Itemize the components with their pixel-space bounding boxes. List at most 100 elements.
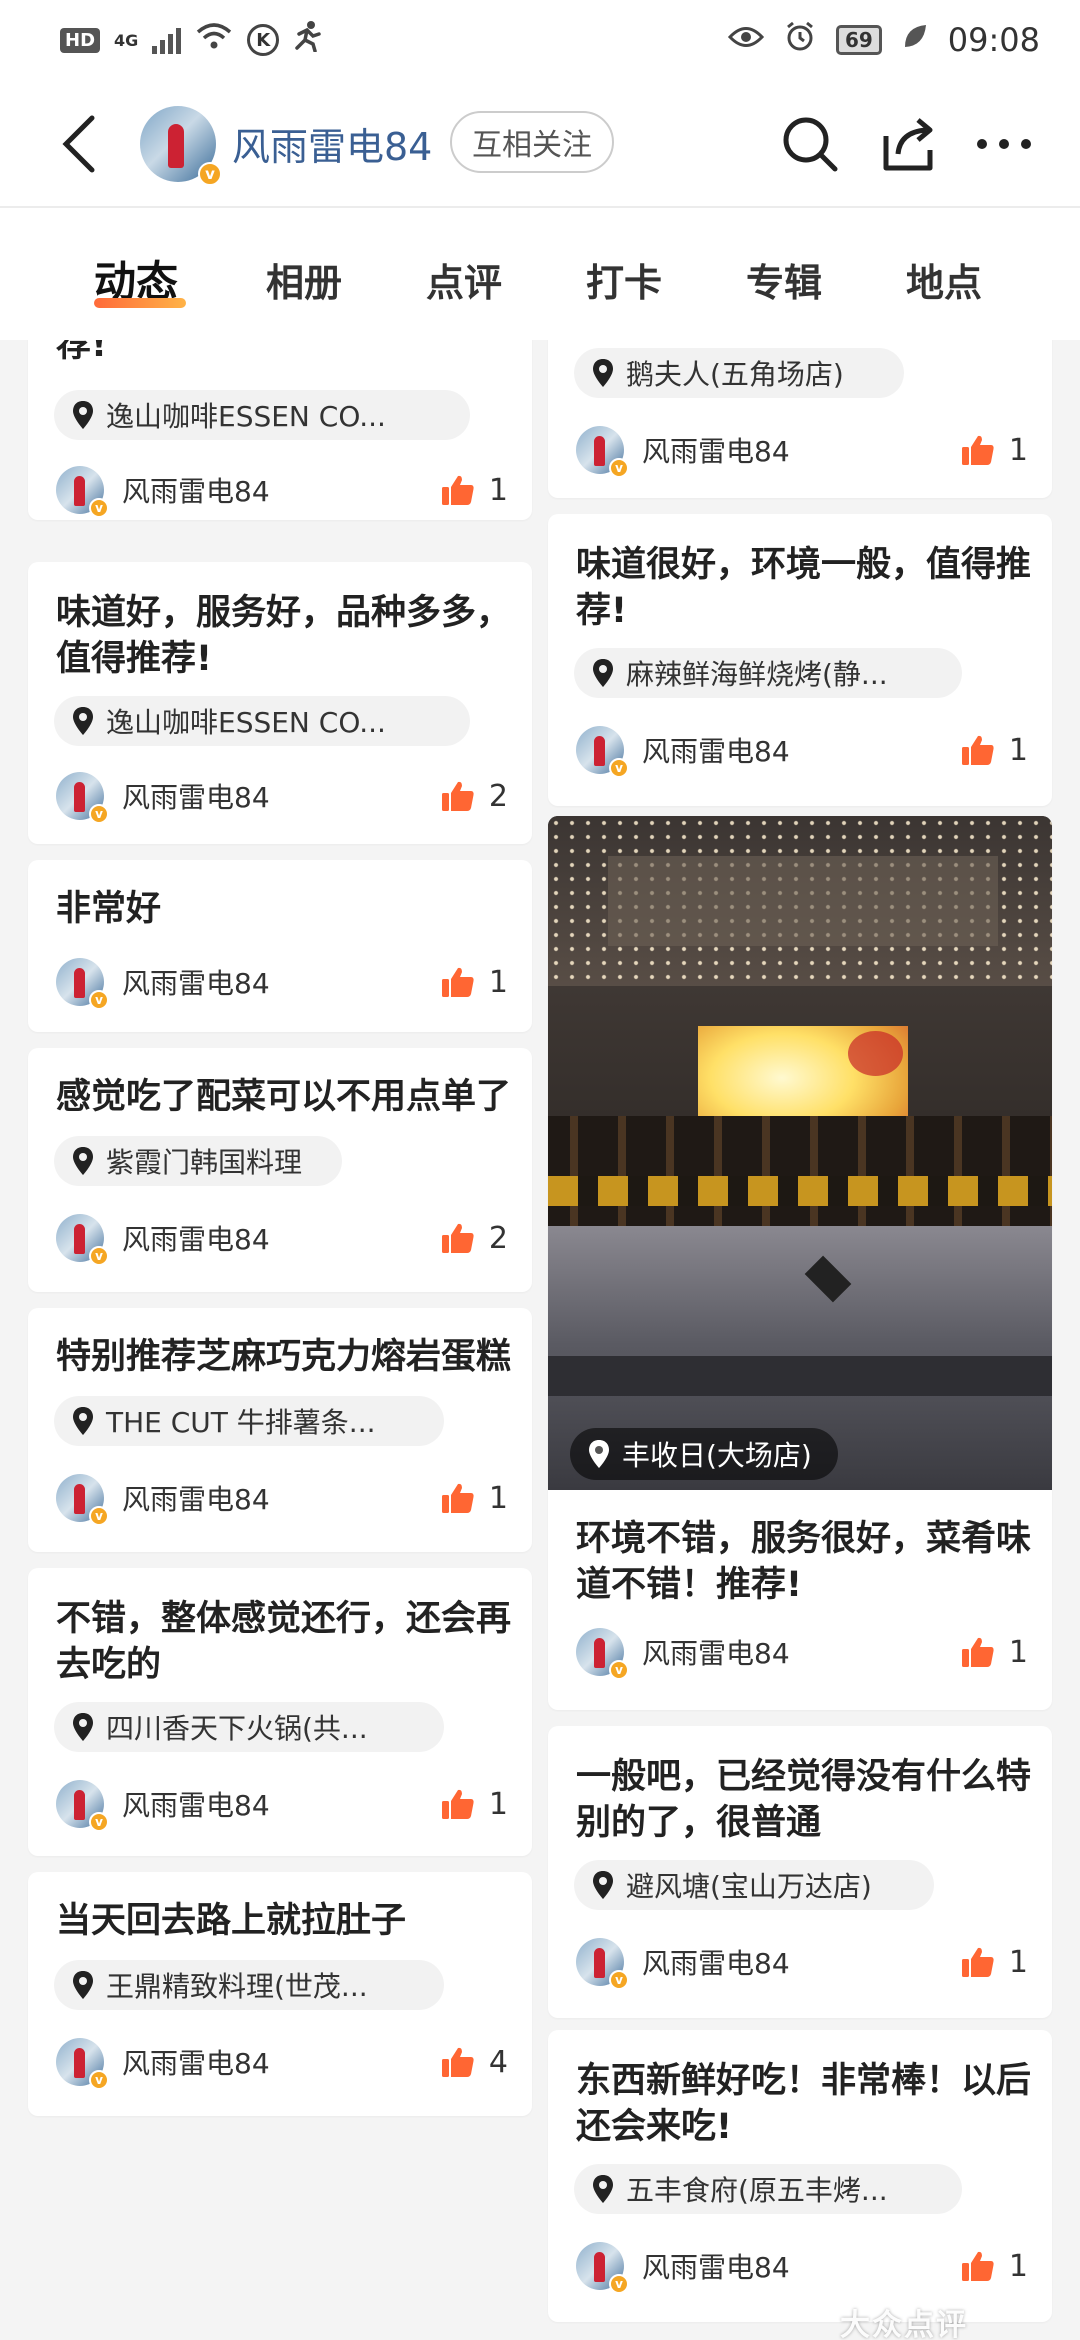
location-pin-icon <box>593 659 613 687</box>
review-card[interactable]: 东西新鲜好吃！非常棒！以后 还会来吃! 五丰食府(原五丰烤... v 风雨雷电84… <box>548 2030 1052 2322</box>
location-tag[interactable]: 麻辣鲜海鲜烧烤(静... <box>574 648 962 698</box>
review-text: 环境不错，服务很好，菜肴味 道不错！推荐! <box>576 1519 1032 1605</box>
author-name[interactable]: 风雨雷电84 <box>122 962 270 1002</box>
review-card[interactable]: 一般吧，已经觉得没有什么特 别的了，很普通 避风塘(宝山万达店) v 风雨雷电84… <box>548 1726 1052 2018</box>
author-row: v 风雨雷电84 1 <box>576 424 1028 478</box>
avatar[interactable]: v <box>576 2242 629 2294</box>
location-tag[interactable]: 鹅夫人(五角场店) <box>574 348 904 398</box>
username[interactable]: 风雨雷电84 <box>232 116 432 171</box>
verified-badge-icon: v <box>89 498 109 518</box>
review-text: 感觉吃了配菜可以不用点单了 <box>56 1077 512 1117</box>
review-card[interactable]: 当天回去路上就拉肚子 王鼎精致料理(世茂... v 风雨雷电84 4 <box>28 1872 532 2116</box>
review-card[interactable]: 不错，整体感觉还行，还会再 去吃的 四川香天下火锅(共... v 风雨雷电84 1 <box>28 1568 532 1856</box>
author-name[interactable]: 风雨雷电84 <box>122 1478 270 1518</box>
avatar[interactable]: v <box>576 1938 629 1990</box>
like-count: 2 <box>488 1220 508 1256</box>
more-button[interactable] <box>970 110 1038 178</box>
leaf-icon <box>902 22 928 58</box>
review-card[interactable]: 丰收日(大场店) 环境不错，服务很好，菜肴味 道不错！推荐! v 风雨雷电84 1 <box>548 816 1052 1710</box>
like-button[interactable]: 4 <box>441 2045 508 2080</box>
author-name[interactable]: 风雨雷电84 <box>122 2042 270 2082</box>
location-tag[interactable]: 紫霞门韩国料理 <box>54 1136 342 1186</box>
verified-badge-icon: v <box>89 1812 109 1832</box>
author-name[interactable]: 风雨雷电84 <box>642 1942 790 1982</box>
avatar[interactable]: v <box>576 1628 629 1680</box>
location-tag[interactable]: 五丰食府(原五丰烤... <box>574 2164 962 2214</box>
avatar[interactable]: v <box>140 106 222 186</box>
author-name[interactable]: 风雨雷电84 <box>122 470 270 510</box>
verified-badge-icon: v <box>609 1970 629 1990</box>
location-tag[interactable]: 避风塘(宝山万达店) <box>574 1860 934 1910</box>
like-button[interactable]: 1 <box>441 473 508 508</box>
avatar[interactable]: v <box>56 2038 109 2090</box>
author-name[interactable]: 风雨雷电84 <box>642 1632 790 1672</box>
review-card[interactable]: 味道很好，环境一般，值得推 荐! 麻辣鲜海鲜烧烤(静... v 风雨雷电84 1 <box>548 514 1052 806</box>
location-tag[interactable]: 王鼎精致料理(世茂... <box>54 1960 444 2010</box>
location-pin-icon <box>73 1971 93 1999</box>
avatar[interactable]: v <box>56 772 109 824</box>
hd-indicator: HD <box>60 27 101 53</box>
author-name[interactable]: 风雨雷电84 <box>122 776 270 816</box>
thumbs-up-icon <box>961 2251 994 2281</box>
review-card[interactable]: 感觉吃了配菜可以不用点单了 紫霞门韩国料理 v 风雨雷电84 2 <box>28 1048 532 1292</box>
tab-places[interactable]: 地点 <box>906 252 982 307</box>
author-row: v 风雨雷电84 1 <box>576 724 1028 778</box>
like-button[interactable]: 1 <box>961 733 1028 768</box>
like-button[interactable]: 1 <box>961 1635 1028 1670</box>
author-name[interactable]: 风雨雷电84 <box>122 1784 270 1824</box>
like-button[interactable]: 1 <box>441 1481 508 1516</box>
like-button[interactable]: 1 <box>961 2249 1028 2284</box>
author-name[interactable]: 风雨雷电84 <box>642 2246 790 2286</box>
review-card[interactable]: 味道好，服务好，品种多多， 值得推荐! 逸山咖啡ESSEN CO... v 风雨雷… <box>28 562 532 844</box>
avatar[interactable]: v <box>56 1780 109 1832</box>
tab-collections[interactable]: 专辑 <box>746 252 822 307</box>
like-button[interactable]: 1 <box>961 433 1028 468</box>
signal-icon <box>152 26 182 54</box>
review-text: 荐! <box>56 340 107 365</box>
back-button[interactable] <box>48 112 108 176</box>
location-tag[interactable]: 四川香天下火锅(共... <box>54 1702 444 1752</box>
location-tag[interactable]: 逸山咖啡ESSEN CO... <box>54 696 470 746</box>
avatar[interactable]: v <box>56 466 109 518</box>
thumbs-up-icon <box>961 1947 994 1977</box>
review-card[interactable]: 荐! 逸山咖啡ESSEN CO... v 风雨雷电84 1 <box>28 340 532 520</box>
author-name[interactable]: 风雨雷电84 <box>122 1218 270 1258</box>
avatar[interactable]: v <box>576 426 629 478</box>
review-photo[interactable]: 丰收日(大场店) <box>548 816 1052 1490</box>
search-button[interactable] <box>776 110 844 178</box>
active-tab-indicator <box>94 298 186 308</box>
feed[interactable]: 荐! 逸山咖啡ESSEN CO... v 风雨雷电84 1 味道好，服务好，品种… <box>0 340 1080 2340</box>
tab-reviews[interactable]: 点评 <box>426 252 502 307</box>
share-button[interactable] <box>874 110 942 178</box>
clock: 09:08 <box>947 21 1040 59</box>
location-tag[interactable]: 逸山咖啡ESSEN CO... <box>54 390 470 440</box>
avatar[interactable]: v <box>576 726 629 778</box>
like-count: 1 <box>488 964 508 1000</box>
review-card[interactable]: 特别推荐芝麻巧克力熔岩蛋糕 THE CUT 牛排薯条... v 风雨雷电84 1 <box>28 1308 532 1552</box>
thumbs-up-icon <box>961 1637 994 1667</box>
like-button[interactable]: 1 <box>441 965 508 1000</box>
like-button[interactable]: 1 <box>441 1787 508 1822</box>
author-name[interactable]: 风雨雷电84 <box>642 430 790 470</box>
tab-checkins[interactable]: 打卡 <box>586 252 662 307</box>
avatar[interactable]: v <box>56 1214 109 1266</box>
tab-album[interactable]: 相册 <box>266 252 342 307</box>
author-name[interactable]: 风雨雷电84 <box>642 730 790 770</box>
location-name: 四川香天下火锅(共... <box>106 1712 368 1745</box>
avatar[interactable]: v <box>56 958 109 1010</box>
like-button[interactable]: 1 <box>961 1945 1028 1980</box>
like-button[interactable]: 2 <box>441 779 508 814</box>
like-count: 1 <box>1008 1634 1028 1670</box>
review-card[interactable]: 鹅夫人(五角场店) v 风雨雷电84 1 <box>548 340 1052 498</box>
location-name: 避风塘(宝山万达店) <box>626 1870 872 1903</box>
verified-badge-icon: v <box>609 1660 629 1680</box>
photo-location-tag[interactable]: 丰收日(大场店) <box>570 1428 838 1480</box>
verified-badge-icon: v <box>609 758 629 778</box>
review-card[interactable]: 非常好 v 风雨雷电84 1 <box>28 860 532 1032</box>
follow-status-button[interactable]: 互相关注 <box>450 111 614 173</box>
location-tag[interactable]: THE CUT 牛排薯条... <box>54 1396 444 1446</box>
thumbs-up-icon <box>441 2047 474 2077</box>
avatar[interactable]: v <box>56 1474 109 1526</box>
location-name: 麻辣鲜海鲜烧烤(静... <box>626 658 888 691</box>
like-button[interactable]: 2 <box>441 1221 508 1256</box>
